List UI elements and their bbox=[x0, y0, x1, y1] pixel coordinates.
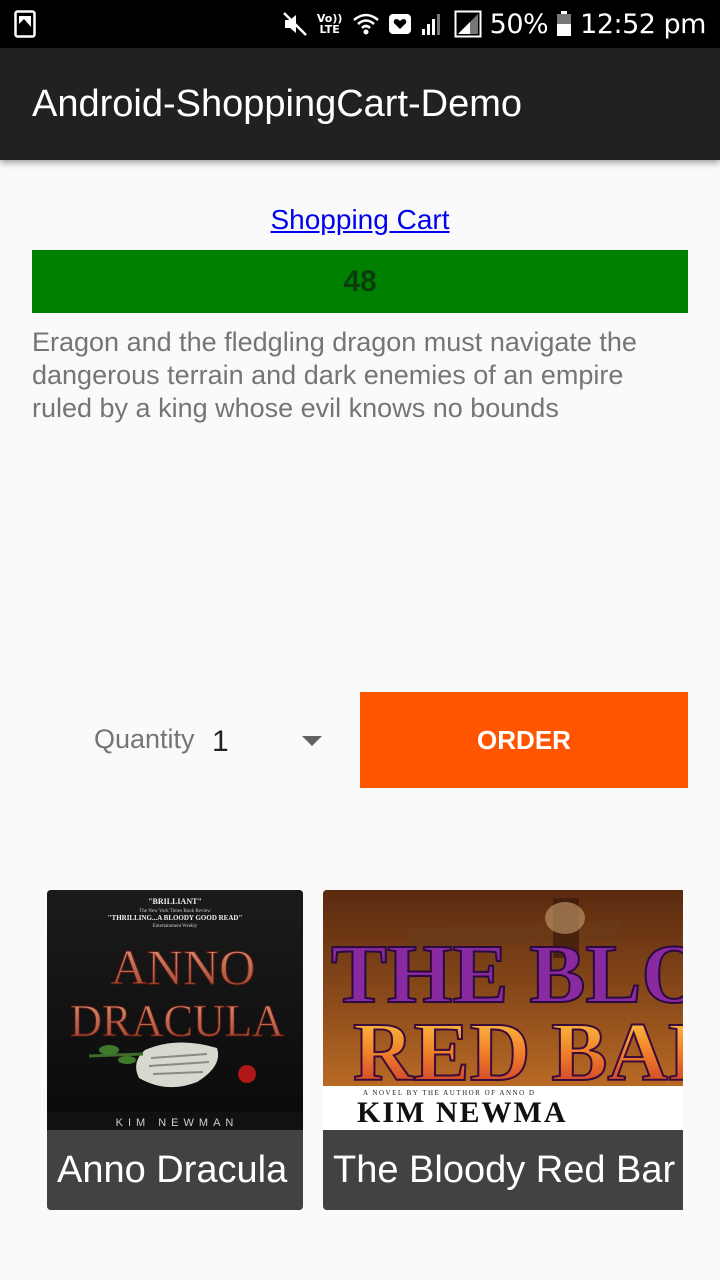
shopping-cart-link[interactable]: Shopping Cart bbox=[270, 204, 449, 235]
wifi-icon bbox=[352, 12, 380, 36]
cart-count-bar: 48 bbox=[32, 250, 688, 313]
battery-percent: 50% bbox=[489, 8, 549, 40]
cover-author: KIM NEWMA bbox=[357, 1096, 567, 1129]
app-title: Android-ShoppingCart-Demo bbox=[32, 82, 523, 125]
cover-quote-source-2: Entertainment Weekly bbox=[153, 924, 198, 929]
signal-icon bbox=[420, 11, 446, 37]
status-bar: Vo)) LTE 50% 12:52 pm bbox=[0, 0, 720, 48]
book-cover-bloody-red-baron: THE BLOOD RED BARO A NOVEL BY THE AUTHOR… bbox=[323, 890, 683, 1130]
app-bar: Android-ShoppingCart-Demo bbox=[0, 48, 720, 160]
mute-icon bbox=[282, 11, 308, 37]
product-description: Eragon and the fledgling dragon must nav… bbox=[32, 327, 637, 423]
cart-count: 48 bbox=[343, 264, 377, 298]
book-cover-anno-dracula: "BRILLIANT" The New York Times Book Revi… bbox=[47, 890, 303, 1130]
quantity-spinner[interactable]: 1 bbox=[200, 712, 332, 772]
order-button[interactable]: ORDER bbox=[360, 692, 688, 788]
book-card-bloody-red-baron[interactable]: THE BLOOD RED BARO A NOVEL BY THE AUTHOR… bbox=[323, 890, 683, 1210]
book-card-anno-dracula[interactable]: "BRILLIANT" The New York Times Book Revi… bbox=[47, 890, 303, 1210]
cover-title-line-1: ANNO bbox=[111, 939, 255, 995]
quantity-label: Quantity bbox=[94, 724, 195, 754]
cover-title-line-2: DRACULA bbox=[70, 995, 284, 1046]
volte-label: Vo)) LTE bbox=[316, 12, 343, 36]
dropdown-arrow-icon bbox=[302, 736, 322, 746]
volte-icon: Vo)) LTE bbox=[316, 13, 344, 35]
book-list[interactable]: "BRILLIANT" The New York Times Book Revi… bbox=[47, 890, 683, 1210]
message-icon bbox=[388, 12, 412, 36]
clock: 12:52 pm bbox=[580, 8, 706, 40]
book-title-anno-dracula: Anno Dracula bbox=[47, 1130, 303, 1210]
cover-quote-line: "THRILLING...A BLOODY GOOD READ" bbox=[108, 914, 243, 922]
shopping-cart-link-row: Shopping Cart bbox=[0, 204, 720, 236]
cover-author: KIM NEWMAN bbox=[116, 1117, 239, 1129]
cover-quote-top: "BRILLIANT" bbox=[148, 897, 202, 906]
quantity-value: 1 bbox=[212, 725, 229, 758]
battery-icon bbox=[556, 11, 572, 37]
signal-icon-2 bbox=[454, 10, 482, 38]
screenshot-icon bbox=[14, 10, 36, 38]
cover-title-line-2: RED BARO bbox=[353, 1006, 683, 1099]
book-title-bloody-red-baron: The Bloody Red Bar bbox=[323, 1130, 683, 1210]
